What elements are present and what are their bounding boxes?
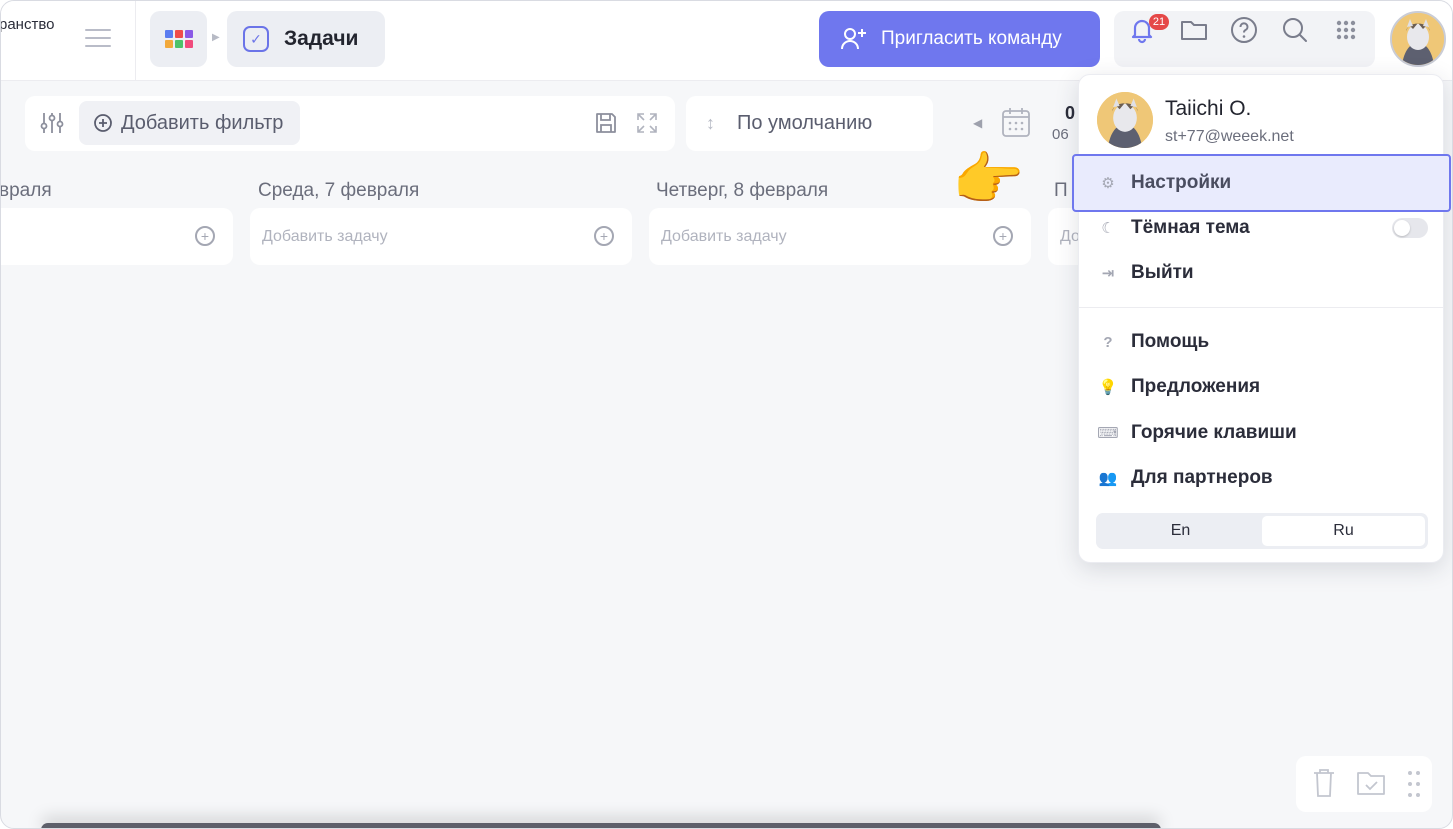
language-switch: En Ru [1096,513,1428,549]
search-icon[interactable] [1280,15,1310,45]
filter-bar: Добавить фильтр [25,96,675,151]
filter-settings-icon[interactable] [39,110,65,136]
sort-select[interactable]: ↕ По умолчанию [686,96,933,151]
user-email: st+77@weeek.net [1165,128,1294,145]
day-column-title: П [1054,180,1068,201]
add-task-placeholder: Добавить задачу [262,227,388,245]
save-icon[interactable] [594,111,618,135]
menu-icon[interactable] [85,29,111,49]
logout-icon: ⇥ [1101,265,1115,282]
menu-item-label: Настройки [1131,172,1232,193]
day-column-title: Среда, 7 февраля [258,180,420,201]
add-task-plus-icon[interactable]: + [993,226,1013,246]
workspace-name[interactable]: ранство [1,16,54,33]
menu-item-logout[interactable]: ⇥ Выйти [1079,250,1443,296]
dark-theme-toggle[interactable] [1392,218,1428,238]
menu-item-help[interactable]: ? Помощь [1079,319,1443,365]
keyboard-icon: ⌨ [1097,425,1119,442]
day-column-title: Четверг, 8 февраля [656,180,829,201]
app-window: ранство ▶ ✓ Задачи Пригласить команду 21… [0,0,1453,829]
apps-grid-icon [164,30,193,48]
breadcrumb-tasks[interactable]: ✓ Задачи [227,11,385,67]
menu-item-label: Тёмная тема [1131,217,1250,238]
menu-item-partners[interactable]: 👥 Для партнеров [1079,455,1443,501]
day-column-title: враля [0,180,52,201]
sort-label: По умолчанию [737,112,873,134]
bottom-panel-edge [41,823,1161,828]
grid-dots-icon[interactable] [1331,15,1361,45]
menu-item-label: Горячие клавиши [1131,422,1297,443]
lightbulb-icon: 💡 [1098,379,1118,396]
gear-icon: ⚙ [1101,175,1115,192]
top-bar: ранство ▶ ✓ Задачи Пригласить команду 21 [1,1,1452,81]
partners-icon: 👥 [1098,470,1118,487]
add-task-field[interactable]: + [1,208,233,265]
user-menu: Taiichi O. st+77@weeek.net ⚙ Настройки ☾… [1072,74,1451,563]
apps-button[interactable] [150,11,207,67]
language-ru[interactable]: Ru [1262,516,1425,546]
bottom-tools [1296,756,1432,812]
user-menu-avatar [1097,92,1153,148]
sort-arrows-icon: ↕ [706,113,715,133]
add-task-field[interactable]: Добавить задачу + [250,208,632,265]
help-icon[interactable] [1229,15,1259,45]
date-range-top: 0 [1065,103,1076,123]
menu-item-label: Для партнеров [1131,467,1273,488]
add-task-field[interactable]: Добавить задачу + [649,208,1031,265]
menu-divider [1079,307,1443,308]
avatar-image-icon [1392,13,1444,65]
date-range-bottom: 06 [1052,126,1069,143]
add-task-placeholder: До [1060,227,1080,245]
invite-team-button[interactable]: Пригласить команду [819,11,1100,67]
menu-item-settings[interactable]: ⚙ Настройки [1072,154,1451,212]
notifications-badge: 21 [1149,14,1169,30]
drag-handle-icon[interactable] [1406,769,1422,799]
menu-item-hotkeys[interactable]: ⌨ Горячие клавиши [1079,410,1443,456]
menu-item-label: Выйти [1131,262,1194,283]
calendar-icon[interactable] [1001,106,1031,138]
invite-team-label: Пригласить команду [881,28,1062,49]
menu-item-label: Предложения [1131,376,1261,397]
avatar-image-icon [1097,92,1153,148]
add-task-plus-icon[interactable]: + [594,226,614,246]
menu-item-label: Помощь [1131,331,1210,352]
help-icon: ? [1103,333,1113,351]
divider [135,1,136,81]
prev-date-icon[interactable]: ◀ [973,116,982,130]
folder-check-icon[interactable] [1356,770,1386,796]
checkbox-icon: ✓ [243,26,269,52]
expand-icon[interactable] [635,111,659,135]
moon-icon: ☾ [1101,220,1115,237]
add-filter-button[interactable]: Добавить фильтр [79,101,300,145]
add-user-icon [841,28,866,50]
plus-circle-icon [94,114,112,132]
add-task-plus-icon[interactable]: + [195,226,215,246]
breadcrumb-chevron-icon: ▶ [212,32,220,43]
folder-icon[interactable] [1179,15,1209,45]
trash-icon[interactable] [1312,768,1336,798]
language-en[interactable]: En [1099,516,1262,546]
avatar[interactable] [1390,11,1446,67]
add-filter-label: Добавить фильтр [121,111,284,134]
menu-item-suggestions[interactable]: 💡 Предложения [1079,364,1443,410]
menu-item-dark-theme[interactable]: ☾ Тёмная тема [1079,205,1443,251]
add-task-placeholder: Добавить задачу [661,227,787,245]
user-name: Taiichi O. [1165,97,1252,120]
pointing-hand-icon: 👈 [954,147,1027,212]
breadcrumb-label: Задачи [284,27,359,50]
